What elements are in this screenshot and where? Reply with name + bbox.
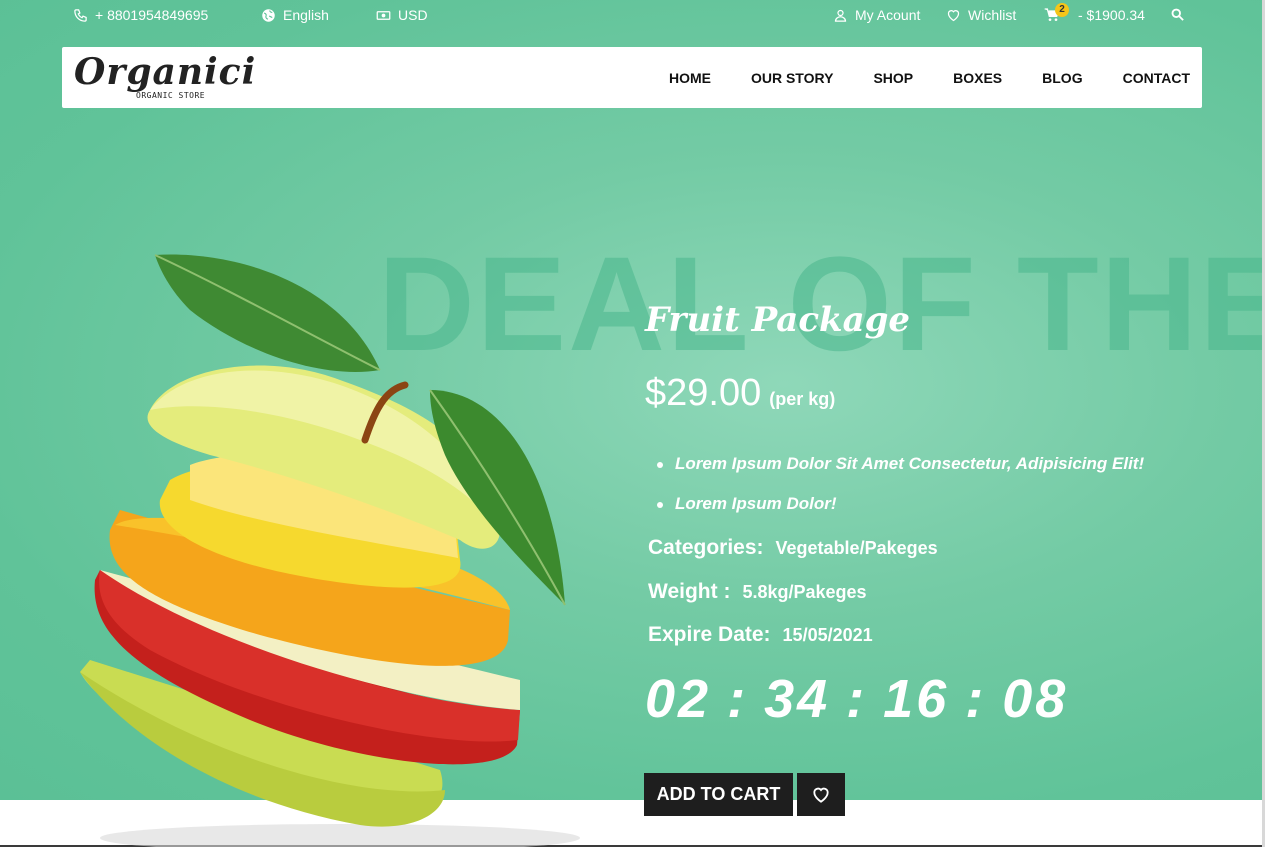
product-title: Fruit Package [645,300,911,340]
wishlist-label: Wichlist [968,7,1017,23]
wishlist-link[interactable]: Wichlist [946,7,1016,23]
heart-icon [947,9,960,21]
countdown-separator: : [846,669,868,729]
feature-item: Lorem Ipsum Dolor! [657,492,1144,532]
cart-icon-wrap: 2 [1043,3,1069,23]
site-logo[interactable]: Organici ORGANIC STORE [74,51,257,103]
countdown-separator: : [965,669,987,729]
countdown-minutes: 34 [764,669,831,729]
account-link[interactable]: My Acount [833,7,920,23]
cart-count-badge: 2 [1055,3,1069,17]
weight-value: 5.8kg/Pakeges [742,582,867,602]
search-icon [1171,8,1184,21]
nav-home[interactable]: HOME [669,70,711,86]
cart-link[interactable]: 2 - $1900.34 [1043,3,1145,23]
language-label: English [283,7,329,23]
phone-icon [74,8,87,22]
feature-list: Lorem Ipsum Dolor Sit Amet Consectetur, … [657,452,1144,532]
expire-value: 15/05/2021 [782,625,873,645]
account-label: My Acount [855,7,921,23]
categories-value: Vegetable/Pakeges [775,538,938,558]
feature-item: Lorem Ipsum Dolor Sit Amet Consectetur, … [657,452,1144,492]
countdown-hours: 02 [645,669,712,729]
countdown-timer: 02:34:16:08 [645,672,1068,726]
price-unit: (per kg) [769,389,836,409]
top-bar: + 8801954849695 English USD My Acount Wi… [0,0,1265,32]
nav-blog[interactable]: BLOG [1042,70,1082,86]
currency-selector[interactable]: USD [376,7,428,23]
categories-row: Categories: Vegetable/Pakeges [648,536,938,560]
fruit-stack-image [80,254,580,847]
add-to-cart-button[interactable]: ADD TO CART [644,773,793,816]
nav-shop[interactable]: SHOP [873,70,913,86]
nav-contact[interactable]: CONTACT [1123,70,1190,86]
weight-label: Weight : [648,580,731,603]
product-price: $29.00 (per kg) [645,372,835,415]
heart-icon [813,787,829,803]
main-navbar: Organici ORGANIC STORE HOME OUR STORY SH… [62,47,1202,108]
weight-row: Weight : 5.8kg/Pakeges [648,580,867,604]
phone-link[interactable]: + 8801954849695 [73,7,208,23]
expire-row: Expire Date: 15/05/2021 [648,623,873,647]
language-selector[interactable]: English [261,7,329,23]
search-button[interactable] [1170,7,1185,22]
cart-total: - $1900.34 [1078,7,1145,23]
currency-label: USD [398,7,428,23]
countdown-separator: : [727,669,749,729]
phone-number: + 8801954849695 [95,7,209,23]
money-icon [376,10,391,20]
categories-label: Categories: [648,536,764,559]
logo-title: Organici [74,51,257,93]
nav-our-story[interactable]: OUR STORY [751,70,833,86]
price-value: $29.00 [645,372,762,414]
nav-boxes[interactable]: BOXES [953,70,1002,86]
countdown-frames: 08 [1002,669,1069,729]
globe-icon [262,8,275,22]
user-icon [834,9,847,22]
nav-menu: HOME OUR STORY SHOP BOXES BLOG CONTACT [669,47,1190,108]
wishlist-button[interactable] [797,773,845,816]
countdown-seconds: 16 [883,669,950,729]
logo-subtitle: ORGANIC STORE [136,91,206,100]
expire-label: Expire Date: [648,623,771,646]
